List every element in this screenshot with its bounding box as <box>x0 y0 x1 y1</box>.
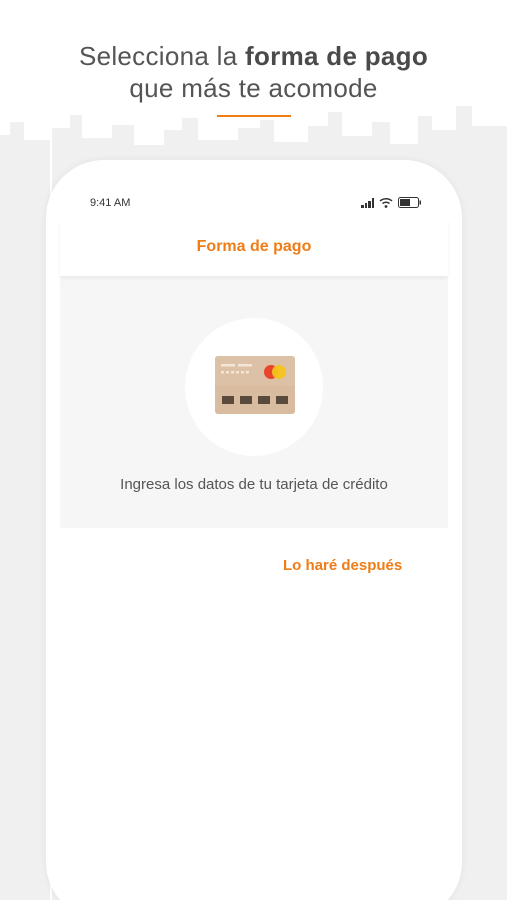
page-title: Forma de pago <box>196 238 312 255</box>
status-bar: 9:41 AM <box>46 160 462 220</box>
add-card-panel[interactable]: Ingresa los datos de tu tarjeta de crédi… <box>60 276 448 528</box>
headline: Selecciona la forma de pago que más te a… <box>0 40 507 104</box>
skip-later-button[interactable]: Lo haré después <box>283 557 402 574</box>
phone-mockup: 9:41 AM Forma de pago Ingresa los datos … <box>46 160 462 900</box>
status-icons <box>361 197 422 208</box>
wifi-icon <box>379 197 393 208</box>
status-time: 9:41 AM <box>90 197 131 209</box>
signal-icon <box>361 197 374 208</box>
headline-emphasis: forma de pago <box>245 41 429 71</box>
headline-line-2: que más te acomode <box>129 73 378 103</box>
card-icon-circle <box>185 318 323 456</box>
battery-icon <box>398 197 421 208</box>
app-header: Forma de pago <box>60 220 448 276</box>
headline-line-1: Selecciona la forma de pago <box>0 40 507 72</box>
headline-text: Selecciona la <box>78 41 246 71</box>
credit-card-icon <box>215 356 295 414</box>
accent-divider <box>217 115 291 117</box>
add-card-prompt: Ingresa los datos de tu tarjeta de crédi… <box>120 476 388 493</box>
